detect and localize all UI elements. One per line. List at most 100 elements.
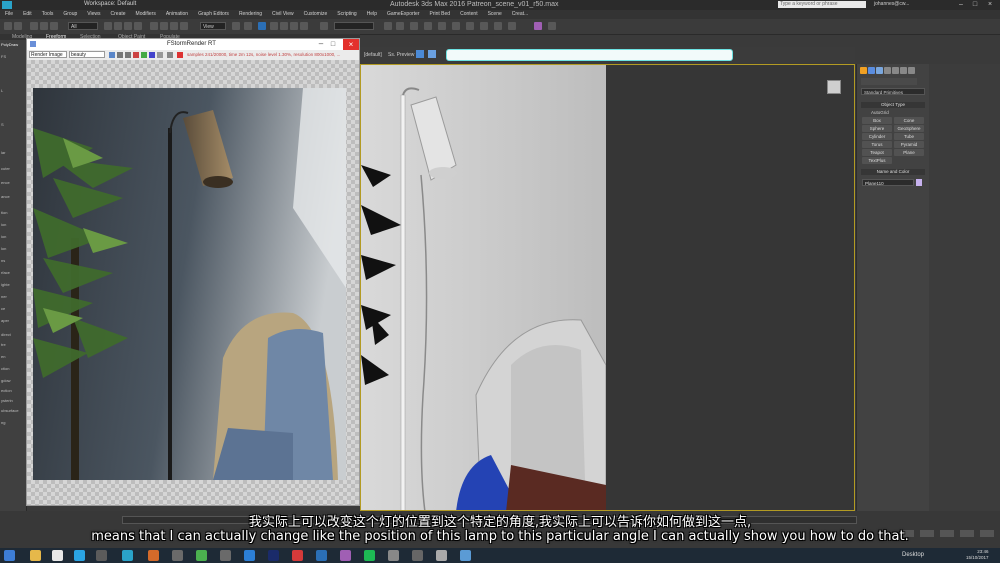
object-color-swatch[interactable] [916, 179, 922, 186]
name-and-color-rollout-header[interactable]: Name and Color [861, 169, 925, 175]
menu-item[interactable]: Help [362, 10, 382, 19]
menu-item[interactable]: Tools [37, 10, 59, 19]
link-icon[interactable] [30, 22, 38, 30]
beauty-dropdown[interactable]: beauty [69, 51, 105, 58]
maximize-icon[interactable]: □ [327, 39, 339, 50]
rotate-icon[interactable] [160, 22, 168, 30]
app-icon[interactable] [340, 550, 351, 561]
app-icon[interactable] [460, 550, 471, 561]
copy-icon[interactable] [117, 52, 123, 58]
user-account[interactable]: johannes@cw... [874, 1, 909, 7]
geosphere-button[interactable]: GeoSphere [894, 125, 924, 132]
spinner-snap-icon[interactable] [300, 22, 308, 30]
select-object-icon[interactable] [104, 22, 112, 30]
cone-button[interactable]: Cone [894, 117, 924, 124]
rendered-frame-window-icon[interactable] [494, 22, 502, 30]
menu-item[interactable]: Edit [18, 10, 37, 19]
render-setup-icon[interactable] [480, 22, 488, 30]
system-clock[interactable]: 23:46 15/10/2017 [966, 549, 989, 561]
minimize-icon[interactable]: – [956, 1, 966, 8]
maximize-icon[interactable]: □ [970, 1, 980, 8]
menu-item[interactable]: Print Bed [425, 10, 456, 19]
app-icon[interactable] [436, 550, 447, 561]
keyboard-shortcut-override-icon[interactable] [258, 22, 266, 30]
menu-item[interactable]: Views [82, 10, 105, 19]
edit-named-selection-icon[interactable] [320, 22, 328, 30]
named-selection-dropdown[interactable] [334, 22, 374, 30]
object-type-rollout-header[interactable]: Object Type [861, 102, 925, 108]
clone-icon[interactable] [125, 52, 131, 58]
file-explorer-icon[interactable] [30, 550, 41, 561]
motion-tab-icon[interactable] [884, 67, 891, 74]
textplus-button[interactable]: TextPlus [862, 157, 892, 164]
active-input-field[interactable] [446, 49, 733, 61]
unlink-icon[interactable] [40, 22, 48, 30]
wrench-icon[interactable] [908, 67, 915, 74]
select-by-name-icon[interactable] [114, 22, 122, 30]
close-icon[interactable]: × [343, 39, 359, 50]
place-icon[interactable] [180, 22, 188, 30]
preview-label[interactable]: Ss. Preview [388, 52, 414, 58]
red-channel-icon[interactable] [133, 52, 139, 58]
viewport-tool-icon[interactable] [416, 50, 424, 58]
curve-editor-icon[interactable] [438, 22, 446, 30]
minimize-icon[interactable]: – [315, 39, 327, 50]
material-editor-icon[interactable] [466, 22, 474, 30]
teapot-button[interactable]: Teapot [862, 149, 892, 156]
app-icon[interactable] [148, 550, 159, 561]
menu-item[interactable]: Graph Editors [193, 10, 234, 19]
menu-item[interactable]: Animation [161, 10, 193, 19]
app-icon[interactable] [244, 550, 255, 561]
pivot-center-icon[interactable] [232, 22, 240, 30]
angle-snap-icon[interactable] [280, 22, 288, 30]
rectangular-selection-icon[interactable] [124, 22, 132, 30]
sphere-button[interactable]: Sphere [862, 125, 892, 132]
fstorm-icon[interactable] [534, 22, 542, 30]
percent-snap-icon[interactable] [290, 22, 298, 30]
app-icon[interactable] [412, 550, 423, 561]
channel-dropdown[interactable]: Render Image [29, 51, 67, 58]
app-logo-icon[interactable] [2, 1, 12, 9]
viewport-preset-label[interactable]: [default] [364, 52, 382, 58]
scale-icon[interactable] [170, 22, 178, 30]
green-channel-icon[interactable] [141, 52, 147, 58]
render-production-icon[interactable] [508, 22, 516, 30]
viewcube-icon[interactable] [827, 80, 841, 94]
menu-item[interactable]: Creat... [507, 10, 533, 19]
menu-item[interactable]: Create [106, 10, 131, 19]
app-icon[interactable] [316, 550, 327, 561]
app-icon[interactable] [292, 550, 303, 561]
pyramid-button[interactable]: Pyramid [894, 141, 924, 148]
menu-item[interactable]: Customize [299, 10, 333, 19]
photoshop-icon[interactable] [268, 550, 279, 561]
reference-coordinate-dropdown[interactable]: View [200, 22, 226, 30]
blue-channel-icon[interactable] [149, 52, 155, 58]
create-subcategory-icons[interactable] [861, 78, 917, 85]
app-icon[interactable] [388, 550, 399, 561]
tube-button[interactable]: Tube [894, 133, 924, 140]
script-icon[interactable] [548, 22, 556, 30]
toggle-ribbon-icon[interactable] [424, 22, 432, 30]
redo-icon[interactable] [14, 22, 22, 30]
schematic-view-icon[interactable] [452, 22, 460, 30]
box-button[interactable]: Box [862, 117, 892, 124]
3dsmax-icon[interactable] [122, 550, 133, 561]
stop-render-icon[interactable] [177, 52, 183, 58]
autogrid-checkbox[interactable]: AutoGrid [871, 110, 889, 115]
menu-item[interactable]: Rendering [234, 10, 267, 19]
menu-item[interactable]: File [0, 10, 18, 19]
modify-tab-icon[interactable] [868, 67, 875, 74]
utilities-tab-icon[interactable] [900, 67, 907, 74]
cylinder-button[interactable]: Cylinder [862, 133, 892, 140]
menu-item[interactable]: Group [58, 10, 82, 19]
move-icon[interactable] [150, 22, 158, 30]
viewport-tool-icon[interactable] [428, 50, 436, 58]
mirror-icon[interactable] [384, 22, 392, 30]
display-tab-icon[interactable] [892, 67, 899, 74]
menu-item[interactable]: Civil View [267, 10, 299, 19]
close-icon[interactable]: × [985, 1, 995, 8]
menu-item[interactable]: Scripting [332, 10, 361, 19]
window-crossing-icon[interactable] [134, 22, 142, 30]
snaps-toggle-icon[interactable] [270, 22, 278, 30]
object-name-field[interactable]: Plane110 [862, 179, 914, 186]
